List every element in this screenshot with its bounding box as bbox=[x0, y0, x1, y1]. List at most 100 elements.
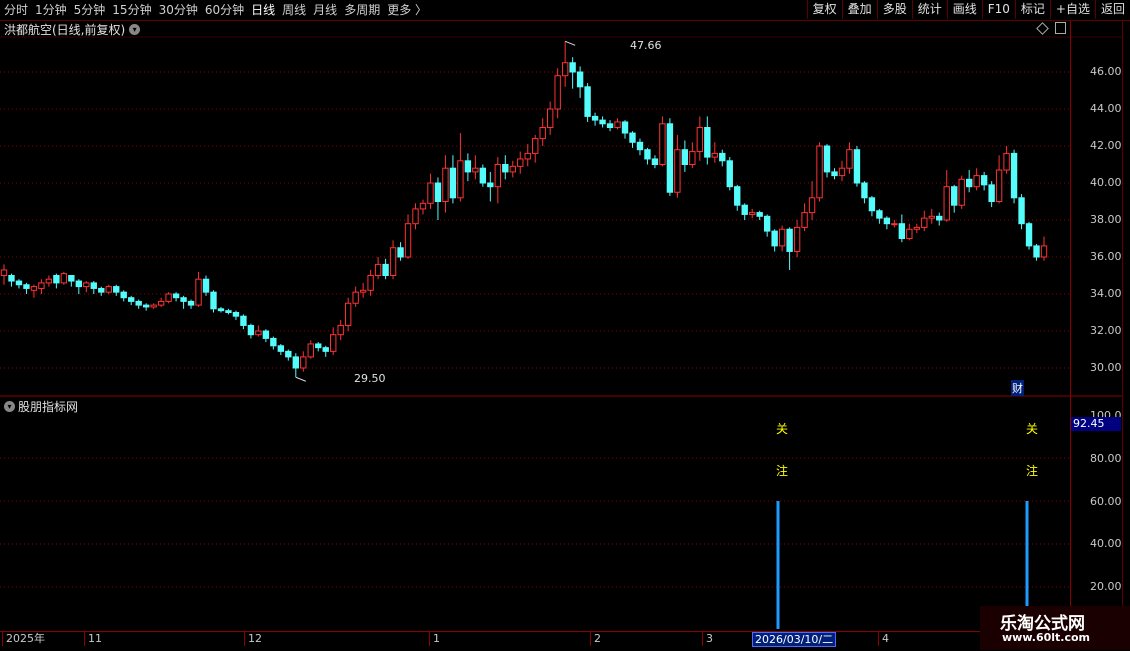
candle-body bbox=[689, 151, 696, 166]
candle-body bbox=[1018, 197, 1025, 225]
finance-badge[interactable]: 财 bbox=[1011, 380, 1024, 396]
indicator-tick: 40.00 bbox=[1090, 537, 1122, 550]
add-watchlist-button[interactable]: +自选 bbox=[1049, 0, 1095, 19]
candle-body bbox=[165, 293, 172, 302]
tab-more[interactable]: 更多 〉 bbox=[387, 0, 427, 20]
candle-body bbox=[427, 182, 434, 204]
signal-char: 关 bbox=[776, 422, 789, 436]
candle-body bbox=[247, 324, 255, 336]
candle-body bbox=[584, 86, 591, 117]
tab-multi-period[interactable]: 多周期 bbox=[344, 0, 380, 20]
date-label: 2 bbox=[590, 632, 601, 646]
candle-body bbox=[906, 228, 913, 239]
chevron-down-icon[interactable]: ▾ bbox=[4, 400, 15, 412]
candle-body bbox=[255, 330, 262, 336]
date-label: 2025年 bbox=[2, 632, 45, 646]
mark-button[interactable]: 标记 bbox=[1014, 0, 1050, 19]
chevron-down-icon[interactable]: ▾ bbox=[129, 23, 141, 35]
candle-body bbox=[636, 141, 644, 151]
candle-body bbox=[60, 273, 68, 284]
candle-body bbox=[763, 215, 771, 232]
candle-body bbox=[741, 204, 748, 215]
indicator-title: 股朋指标网 bbox=[18, 399, 79, 414]
tab-15min[interactable]: 15分钟 bbox=[112, 0, 151, 20]
candle-body bbox=[330, 334, 337, 352]
candle-body bbox=[1025, 223, 1033, 247]
back-button[interactable]: 返回 bbox=[1094, 0, 1130, 19]
candle-body bbox=[861, 182, 868, 199]
candle-body bbox=[300, 356, 307, 369]
candle-body bbox=[756, 212, 763, 217]
candle-body bbox=[606, 123, 614, 129]
tab-fenshi[interactable]: 分时 bbox=[4, 0, 28, 20]
date-label: 12 bbox=[244, 632, 262, 646]
candle-body bbox=[726, 160, 733, 188]
candle-body bbox=[936, 215, 943, 221]
price-tick: 46.00 bbox=[1090, 65, 1122, 78]
candle-body bbox=[307, 343, 314, 358]
f10-button[interactable]: F10 bbox=[981, 0, 1015, 19]
candle-body bbox=[412, 208, 419, 225]
candle-body bbox=[0, 269, 8, 277]
candle-body bbox=[569, 62, 576, 73]
period-toolbar: 分时 1分钟 5分钟 15分钟 30分钟 60分钟 日线 周线 月线 多周期 更… bbox=[0, 0, 1130, 21]
tab-1min[interactable]: 1分钟 bbox=[35, 0, 67, 20]
candle-body bbox=[509, 165, 516, 173]
tab-daily[interactable]: 日线 bbox=[251, 0, 275, 20]
candle-body bbox=[853, 149, 861, 184]
candle-body bbox=[973, 175, 980, 188]
candle-body bbox=[479, 167, 487, 184]
candle-body bbox=[232, 312, 240, 317]
price-tick: 30.00 bbox=[1090, 361, 1122, 374]
price-tick: 40.00 bbox=[1090, 176, 1122, 189]
tab-60min[interactable]: 60分钟 bbox=[205, 0, 244, 20]
restore-rights-button[interactable]: 复权 bbox=[806, 0, 842, 19]
date-label: 11 bbox=[84, 632, 102, 646]
candle-body bbox=[831, 171, 838, 177]
statistics-button[interactable]: 统计 bbox=[911, 0, 947, 19]
price-tick: 38.00 bbox=[1090, 213, 1122, 226]
candle-body bbox=[105, 286, 112, 293]
candle-body bbox=[674, 149, 681, 193]
window-icon[interactable] bbox=[1055, 22, 1066, 34]
candle-body bbox=[778, 228, 786, 247]
candle-body bbox=[532, 138, 539, 154]
tab-weekly[interactable]: 周线 bbox=[282, 0, 306, 20]
candle-body bbox=[561, 62, 569, 77]
date-label: 4 bbox=[878, 632, 889, 646]
watermark-url: www.60lt.com bbox=[1002, 631, 1091, 644]
price-tick: 32.00 bbox=[1090, 324, 1122, 337]
tab-5min[interactable]: 5分钟 bbox=[74, 0, 106, 20]
indicator-value: 92.45 bbox=[1071, 417, 1121, 431]
candle-body bbox=[442, 167, 449, 202]
candle-body bbox=[367, 275, 374, 291]
candle-body bbox=[113, 286, 120, 293]
period-tabs: 分时 1分钟 5分钟 15分钟 30分钟 60分钟 日线 周线 月线 多周期 更… bbox=[4, 0, 434, 20]
candle-body bbox=[771, 230, 778, 247]
candle-body bbox=[1033, 245, 1040, 258]
candle-body bbox=[374, 263, 382, 276]
candle-body bbox=[651, 158, 659, 165]
candle-body bbox=[270, 337, 277, 347]
candle-body bbox=[68, 275, 75, 282]
overlay-button[interactable]: 叠加 bbox=[841, 0, 877, 19]
candle-body bbox=[15, 280, 23, 286]
candle-body bbox=[30, 286, 38, 291]
candle-body bbox=[45, 278, 53, 284]
tab-30min[interactable]: 30分钟 bbox=[159, 0, 198, 20]
candle-body bbox=[883, 217, 891, 225]
tab-monthly[interactable]: 月线 bbox=[313, 0, 337, 20]
candle-body bbox=[995, 169, 1003, 203]
kline-chart[interactable] bbox=[0, 0, 1130, 650]
candle-body bbox=[217, 308, 225, 312]
multi-stock-button[interactable]: 多股 bbox=[876, 0, 912, 19]
candle-body bbox=[150, 304, 157, 308]
price-tick: 36.00 bbox=[1090, 250, 1122, 263]
candle-body bbox=[554, 75, 561, 110]
candle-body bbox=[629, 132, 636, 143]
right-scroll-strip[interactable] bbox=[1122, 21, 1130, 631]
candle-body bbox=[322, 347, 329, 352]
candle-body bbox=[898, 223, 906, 239]
candle-body bbox=[891, 223, 898, 226]
draw-line-button[interactable]: 画线 bbox=[946, 0, 982, 19]
